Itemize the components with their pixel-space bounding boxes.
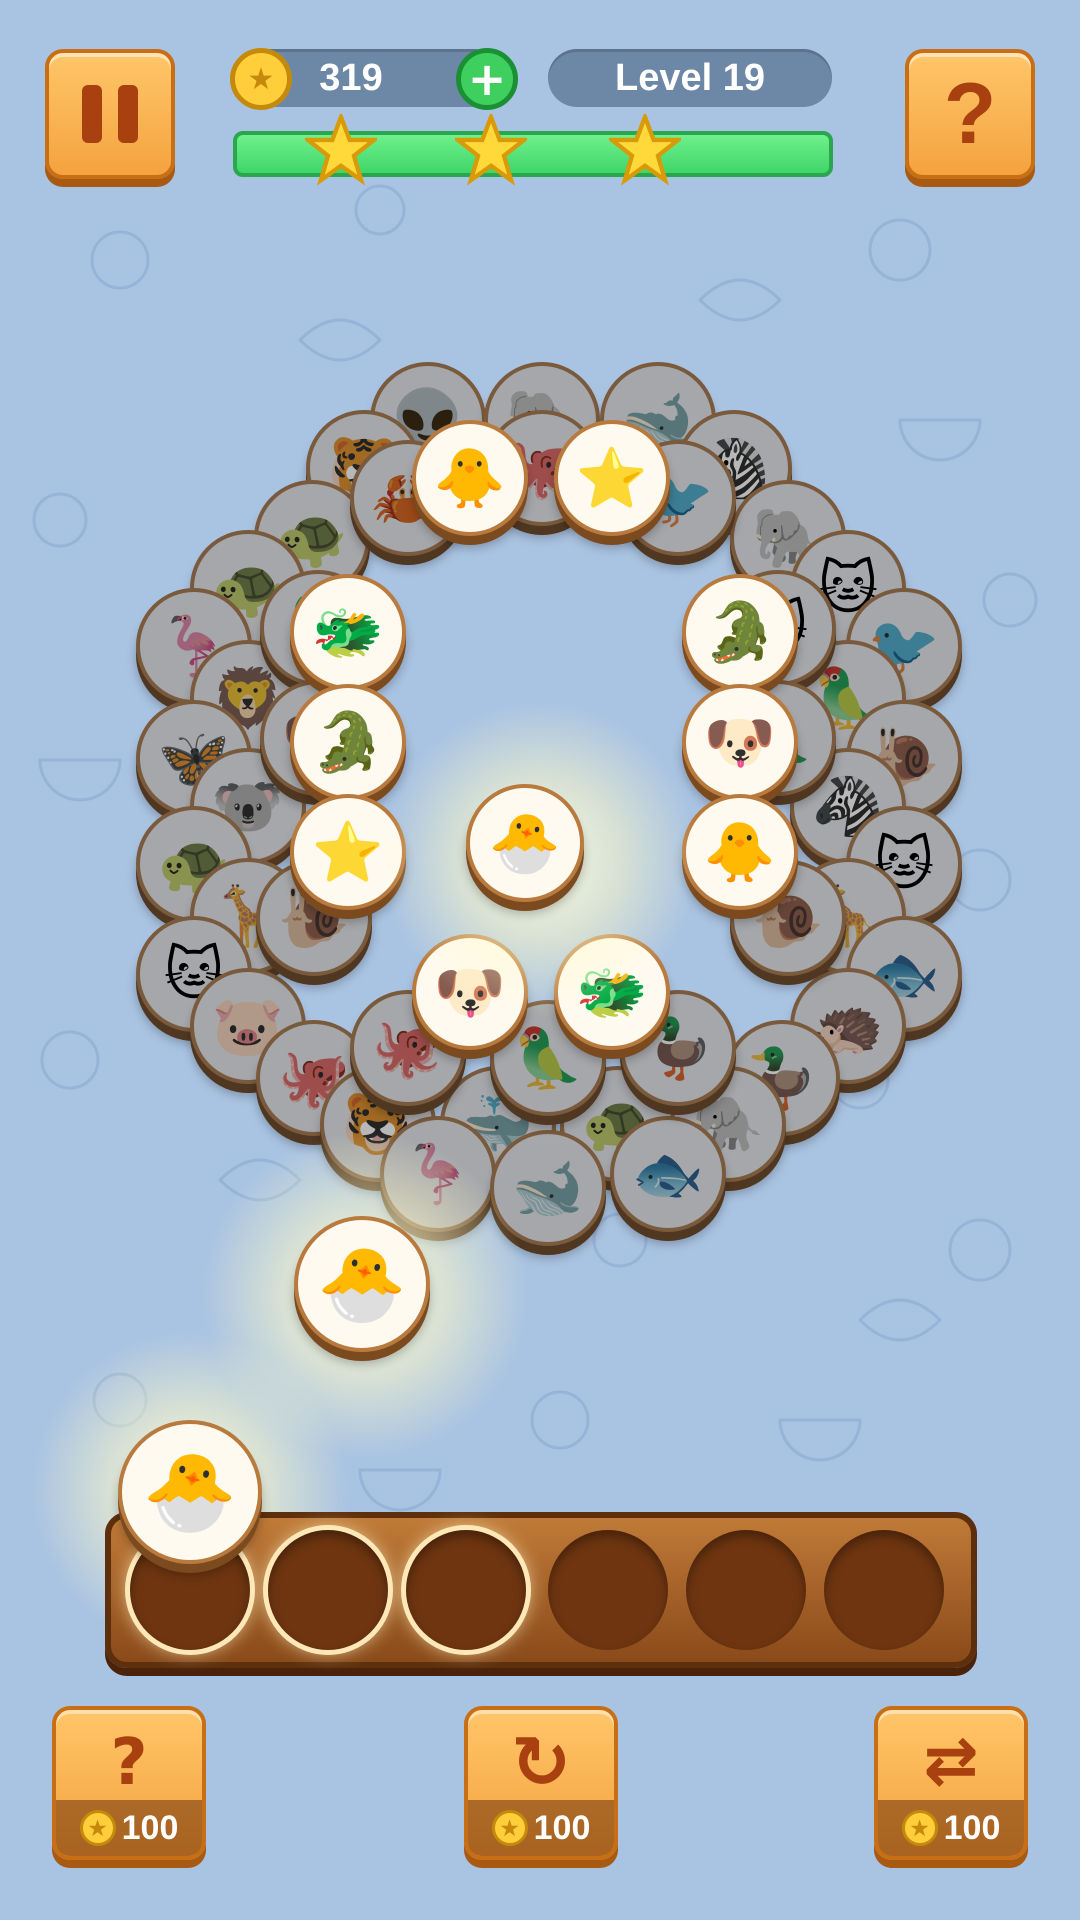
tray-slot (268, 1530, 388, 1650)
tile-dragon[interactable]: 🐲 (290, 574, 406, 690)
coin-icon: ★ (79, 1810, 116, 1846)
undo-icon: ↻ (510, 1720, 572, 1804)
tray-slot (548, 1530, 668, 1650)
tray-slot (686, 1530, 806, 1650)
hint-cost: 100 (121, 1808, 179, 1847)
plus-icon: + (467, 52, 507, 106)
shuffle-cost: 100 (943, 1808, 1001, 1847)
level-label: Level 19 (548, 49, 832, 107)
help-button[interactable]: ? (905, 49, 1035, 179)
hint-icon: ? (110, 1726, 148, 1800)
tile-fish: 🐟 (610, 1116, 726, 1232)
tile-chick[interactable]: 🐣 (118, 1420, 262, 1564)
shuffle-icon: ⇄ (923, 1722, 979, 1799)
pause-button[interactable] (45, 49, 175, 179)
undo-cost: 100 (533, 1808, 591, 1847)
shuffle-button[interactable]: ⇄ ★ 100 (874, 1706, 1028, 1860)
pause-icon (82, 85, 138, 143)
help-icon: ? (943, 65, 997, 162)
hint-button[interactable]: ? ★ 100 (52, 1706, 206, 1860)
add-coins-button[interactable]: + (456, 48, 518, 110)
tray-slot (824, 1530, 944, 1650)
tile-chick[interactable]: 🐣 (294, 1216, 430, 1352)
star-icon (305, 114, 377, 186)
tile-duck[interactable]: 🐥 (412, 420, 528, 536)
coin-icon: ★ (491, 1810, 528, 1846)
tray-slot (406, 1530, 526, 1650)
coin-icon: ★ (230, 48, 292, 110)
undo-button[interactable]: ↻ ★ 100 (464, 1706, 618, 1860)
star-icon (455, 114, 527, 186)
tile-crocodile[interactable]: 🐊 (290, 684, 406, 800)
tile-chick[interactable]: 🐣 (466, 784, 584, 902)
tile-starfish[interactable]: ⭐ (554, 420, 670, 536)
star-icon (609, 114, 681, 186)
coin-icon: ★ (901, 1810, 938, 1846)
tile-crocodile[interactable]: 🐊 (682, 574, 798, 690)
coin-count: 319 (319, 56, 383, 99)
tile-dog[interactable]: 🐶 (682, 684, 798, 800)
